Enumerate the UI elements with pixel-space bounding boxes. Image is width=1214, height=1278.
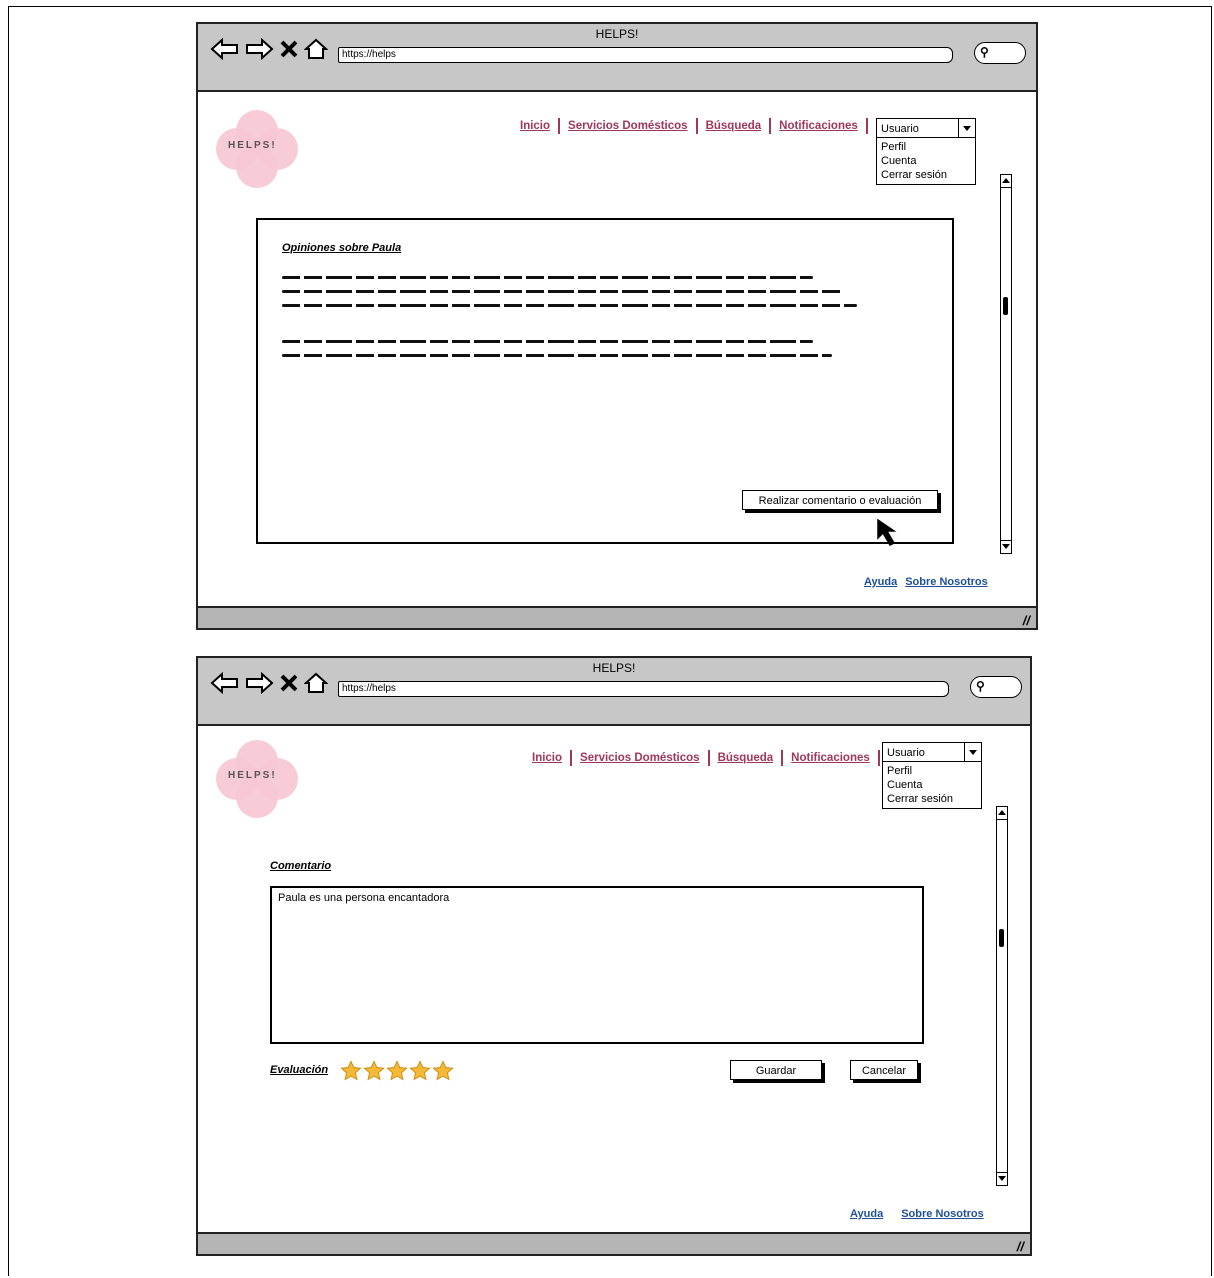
scroll-thumb[interactable]: [999, 929, 1004, 947]
user-dropdown-value: Usuario: [887, 747, 925, 759]
nav-notificaciones[interactable]: Notificaciones: [779, 120, 858, 132]
scrollbar[interactable]: [1000, 174, 1012, 554]
search-button[interactable]: ⚲: [974, 42, 1026, 64]
resize-grip-icon[interactable]: //: [1023, 613, 1030, 628]
main-nav: Inicio Servicios Domésticos Búsqueda Not…: [520, 118, 876, 134]
browser-window-1: HELPS! https://helps ⚲ HELPS! Inicio Ser…: [196, 22, 1038, 630]
scrollbar[interactable]: [996, 806, 1008, 1186]
user-dropdown-header[interactable]: Usuario: [876, 118, 976, 138]
menu-item-cerrar-sesion[interactable]: Cerrar sesión: [881, 168, 971, 182]
forward-arrow-icon[interactable]: [244, 672, 274, 694]
resize-grip-icon[interactable]: //: [1017, 1239, 1024, 1254]
rating-label: Evaluación: [270, 1064, 329, 1076]
menu-item-cuenta[interactable]: Cuenta: [887, 778, 977, 792]
footer-links: Ayuda Sobre Nosotros: [864, 576, 988, 588]
logo: HELPS!: [216, 110, 302, 190]
user-dropdown-list: Perfil Cuenta Cerrar sesión: [882, 762, 982, 809]
opinion-text-1: [282, 276, 900, 318]
footer-links: Ayuda Sobre Nosotros: [850, 1208, 984, 1220]
logo-text: HELPS!: [228, 140, 277, 151]
nav-busqueda[interactable]: Búsqueda: [706, 120, 762, 132]
cancel-button[interactable]: Cancelar: [850, 1060, 918, 1080]
rating-stars[interactable]: [340, 1060, 454, 1082]
home-icon[interactable]: [304, 672, 328, 694]
chevron-down-icon[interactable]: [958, 119, 975, 137]
menu-item-perfil[interactable]: Perfil: [881, 140, 971, 154]
search-button[interactable]: ⚲: [970, 676, 1022, 698]
menu-item-cuenta[interactable]: Cuenta: [881, 154, 971, 168]
star-icon[interactable]: [386, 1060, 408, 1082]
logo-text: HELPS!: [228, 770, 277, 781]
url-bar[interactable]: https://helps: [338, 47, 953, 63]
menu-item-perfil[interactable]: Perfil: [887, 764, 977, 778]
main-nav: Inicio Servicios Domésticos Búsqueda Not…: [532, 750, 888, 766]
nav-inicio[interactable]: Inicio: [520, 120, 550, 132]
scroll-thumb[interactable]: [1003, 297, 1008, 315]
user-dropdown[interactable]: Usuario Perfil Cuenta Cerrar sesión: [882, 742, 982, 809]
add-comment-button[interactable]: Realizar comentario o evaluación: [742, 490, 938, 510]
close-icon[interactable]: [278, 672, 300, 694]
help-link[interactable]: Ayuda: [850, 1208, 883, 1220]
forward-arrow-icon[interactable]: [244, 38, 274, 60]
menu-item-cerrar-sesion[interactable]: Cerrar sesión: [887, 792, 977, 806]
about-link[interactable]: Sobre Nosotros: [905, 576, 988, 588]
user-dropdown[interactable]: Usuario Perfil Cuenta Cerrar sesión: [876, 118, 976, 185]
star-icon[interactable]: [409, 1060, 431, 1082]
star-icon[interactable]: [432, 1060, 454, 1082]
nav-inicio[interactable]: Inicio: [532, 752, 562, 764]
cursor-icon: [877, 518, 897, 546]
status-bar: //: [198, 606, 1036, 628]
close-icon[interactable]: [278, 38, 300, 60]
status-bar: //: [198, 1232, 1030, 1254]
back-arrow-icon[interactable]: [210, 38, 240, 60]
star-icon[interactable]: [363, 1060, 385, 1082]
about-link[interactable]: Sobre Nosotros: [901, 1208, 984, 1220]
user-dropdown-list: Perfil Cuenta Cerrar sesión: [876, 138, 976, 185]
opinion-text-2: [282, 340, 900, 368]
logo: HELPS!: [216, 740, 302, 820]
nav-icons: [210, 672, 328, 694]
opinions-panel: Opiniones sobre Paula Realizar comentari…: [256, 218, 954, 544]
comment-textarea[interactable]: Paula es una persona encantadora: [270, 886, 924, 1044]
help-link[interactable]: Ayuda: [864, 576, 897, 588]
user-dropdown-value: Usuario: [881, 123, 919, 135]
back-arrow-icon[interactable]: [210, 672, 240, 694]
title-bar: HELPS! https://helps ⚲: [198, 24, 1036, 92]
nav-busqueda[interactable]: Búsqueda: [718, 752, 774, 764]
search-icon: ⚲: [976, 679, 985, 693]
scroll-up-icon[interactable]: [997, 807, 1007, 820]
nav-icons: [210, 38, 328, 60]
title-bar: HELPS! https://helps ⚲: [198, 658, 1030, 726]
nav-servicios[interactable]: Servicios Domésticos: [580, 752, 700, 764]
url-bar[interactable]: https://helps: [338, 681, 949, 697]
comment-heading: Comentario: [270, 860, 332, 872]
scroll-up-icon[interactable]: [1001, 175, 1011, 188]
nav-notificaciones[interactable]: Notificaciones: [791, 752, 870, 764]
scroll-down-icon[interactable]: [1001, 540, 1011, 553]
search-icon: ⚲: [980, 45, 989, 59]
scroll-down-icon[interactable]: [997, 1172, 1007, 1185]
chevron-down-icon[interactable]: [964, 743, 981, 761]
browser-window-2: HELPS! https://helps ⚲ HELPS! Inicio Ser…: [196, 656, 1032, 1256]
home-icon[interactable]: [304, 38, 328, 60]
user-dropdown-header[interactable]: Usuario: [882, 742, 982, 762]
opinions-heading: Opiniones sobre Paula: [282, 242, 402, 254]
save-button[interactable]: Guardar: [730, 1060, 822, 1080]
star-icon[interactable]: [340, 1060, 362, 1082]
nav-servicios[interactable]: Servicios Domésticos: [568, 120, 688, 132]
